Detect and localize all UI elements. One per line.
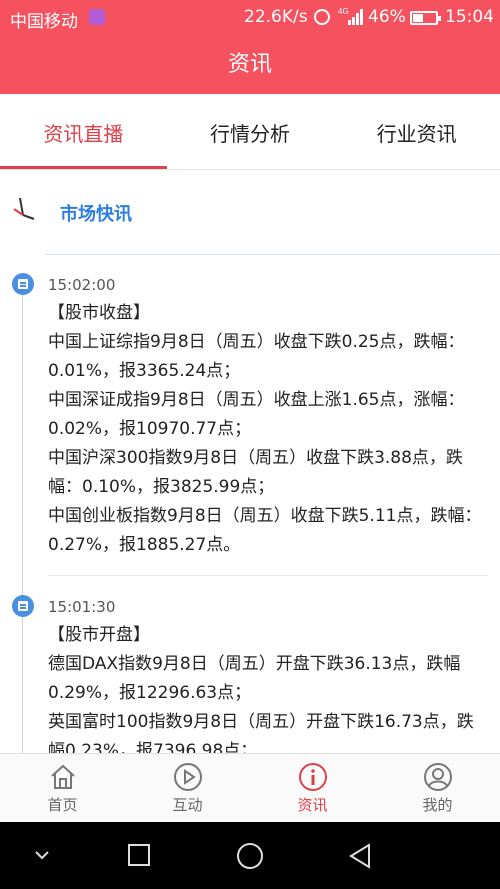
divider xyxy=(45,254,500,255)
news-time: 15:01:30 xyxy=(48,598,116,616)
nav-home[interactable]: 首页 xyxy=(0,754,125,822)
user-icon xyxy=(423,763,452,791)
app-header: 资讯 xyxy=(0,36,500,94)
system-nav-bar xyxy=(0,822,500,889)
news-paragraph: 中国沪深300指数9月8日（周五）收盘下跌3.88点，跌幅：0.10%，报382… xyxy=(48,448,463,497)
chevron-down-icon[interactable] xyxy=(33,842,51,868)
app-notification-icon xyxy=(89,9,105,25)
battery-icon xyxy=(410,11,441,25)
news-paragraph: 【股市收盘】 xyxy=(48,303,150,323)
news-paragraph: 中国上证综指9月8日（周五）收盘下跌0.25点，跌幅：0.01%，报3365.2… xyxy=(48,332,465,381)
nav-label: 我的 xyxy=(422,796,453,814)
news-paragraph: 中国创业板指数9月8日（周五）收盘下跌5.11点，跌幅：0.27%，报1885.… xyxy=(48,506,482,555)
news-paragraph: 德国DAX指数9月8日（周五）开盘下跌36.13点，跌幅0.29%，报12296… xyxy=(48,654,461,703)
nav-news[interactable]: 资讯 xyxy=(250,754,375,822)
home-icon xyxy=(50,764,75,789)
tab-label: 行情分析 xyxy=(210,122,290,146)
nav-label: 互动 xyxy=(172,796,203,814)
nav-label: 首页 xyxy=(47,796,78,814)
news-body: 【股市开盘】 德国DAX指数9月8日（周五）开盘下跌36.13点，跌幅0.29%… xyxy=(48,621,488,753)
clock: 15:04 xyxy=(445,7,494,27)
tab-bar: 资讯直播 行情分析 行业资讯 xyxy=(0,94,500,170)
home-button[interactable] xyxy=(236,842,264,870)
bottom-nav: 首页 互动 资讯 我的 xyxy=(0,753,500,822)
section-header: 市场快讯 xyxy=(0,171,500,255)
news-paragraph: 【股市开盘】 xyxy=(48,625,150,645)
section-title: 市场快讯 xyxy=(60,204,132,225)
news-feed[interactable]: 市场快讯 15:02:00 【股市收盘】 中国上证综指9月8日（周五）收盘下跌0… xyxy=(0,171,500,753)
timeline-line xyxy=(22,281,23,753)
carrier-label: 中国移动 xyxy=(10,12,78,32)
flag-icon xyxy=(13,197,35,220)
nav-interact[interactable]: 互动 xyxy=(125,754,250,822)
divider xyxy=(48,575,488,576)
network-speed: 22.6K/s xyxy=(244,7,308,27)
news-icon xyxy=(12,273,34,295)
nav-label: 资讯 xyxy=(297,796,328,814)
battery-percent: 46% xyxy=(368,7,406,27)
news-icon xyxy=(12,595,34,617)
news-body: 【股市收盘】 中国上证综指9月8日（周五）收盘下跌0.25点，跌幅：0.01%，… xyxy=(48,299,488,560)
news-time: 15:02:00 xyxy=(48,276,116,294)
tab-label: 行业资讯 xyxy=(376,122,457,146)
alarm-icon xyxy=(314,9,330,25)
tab-label: 资讯直播 xyxy=(43,122,124,146)
tab-industry-news[interactable]: 行业资讯 xyxy=(333,94,500,169)
recents-button[interactable] xyxy=(127,842,151,868)
svg-text:4G: 4G xyxy=(338,7,349,16)
tab-market-analysis[interactable]: 行情分析 xyxy=(167,94,334,169)
news-paragraph: 英国富时100指数9月8日（周五）开盘下跌16.73点，跌幅0.23%，报739… xyxy=(48,712,474,753)
status-bar: 中国移动 22.6K/s 4G 46% 15:04 xyxy=(0,0,500,36)
info-icon xyxy=(298,763,327,791)
nav-mine[interactable]: 我的 xyxy=(375,754,500,822)
play-icon xyxy=(173,763,202,791)
back-button[interactable] xyxy=(347,842,373,870)
page-title: 资讯 xyxy=(227,52,272,77)
tab-live-news[interactable]: 资讯直播 xyxy=(0,94,167,169)
signal-icon: 4G xyxy=(338,7,363,25)
news-paragraph: 中国深证成指9月8日（周五）收盘上涨1.65点，涨幅：0.02%，报10970.… xyxy=(48,390,465,439)
